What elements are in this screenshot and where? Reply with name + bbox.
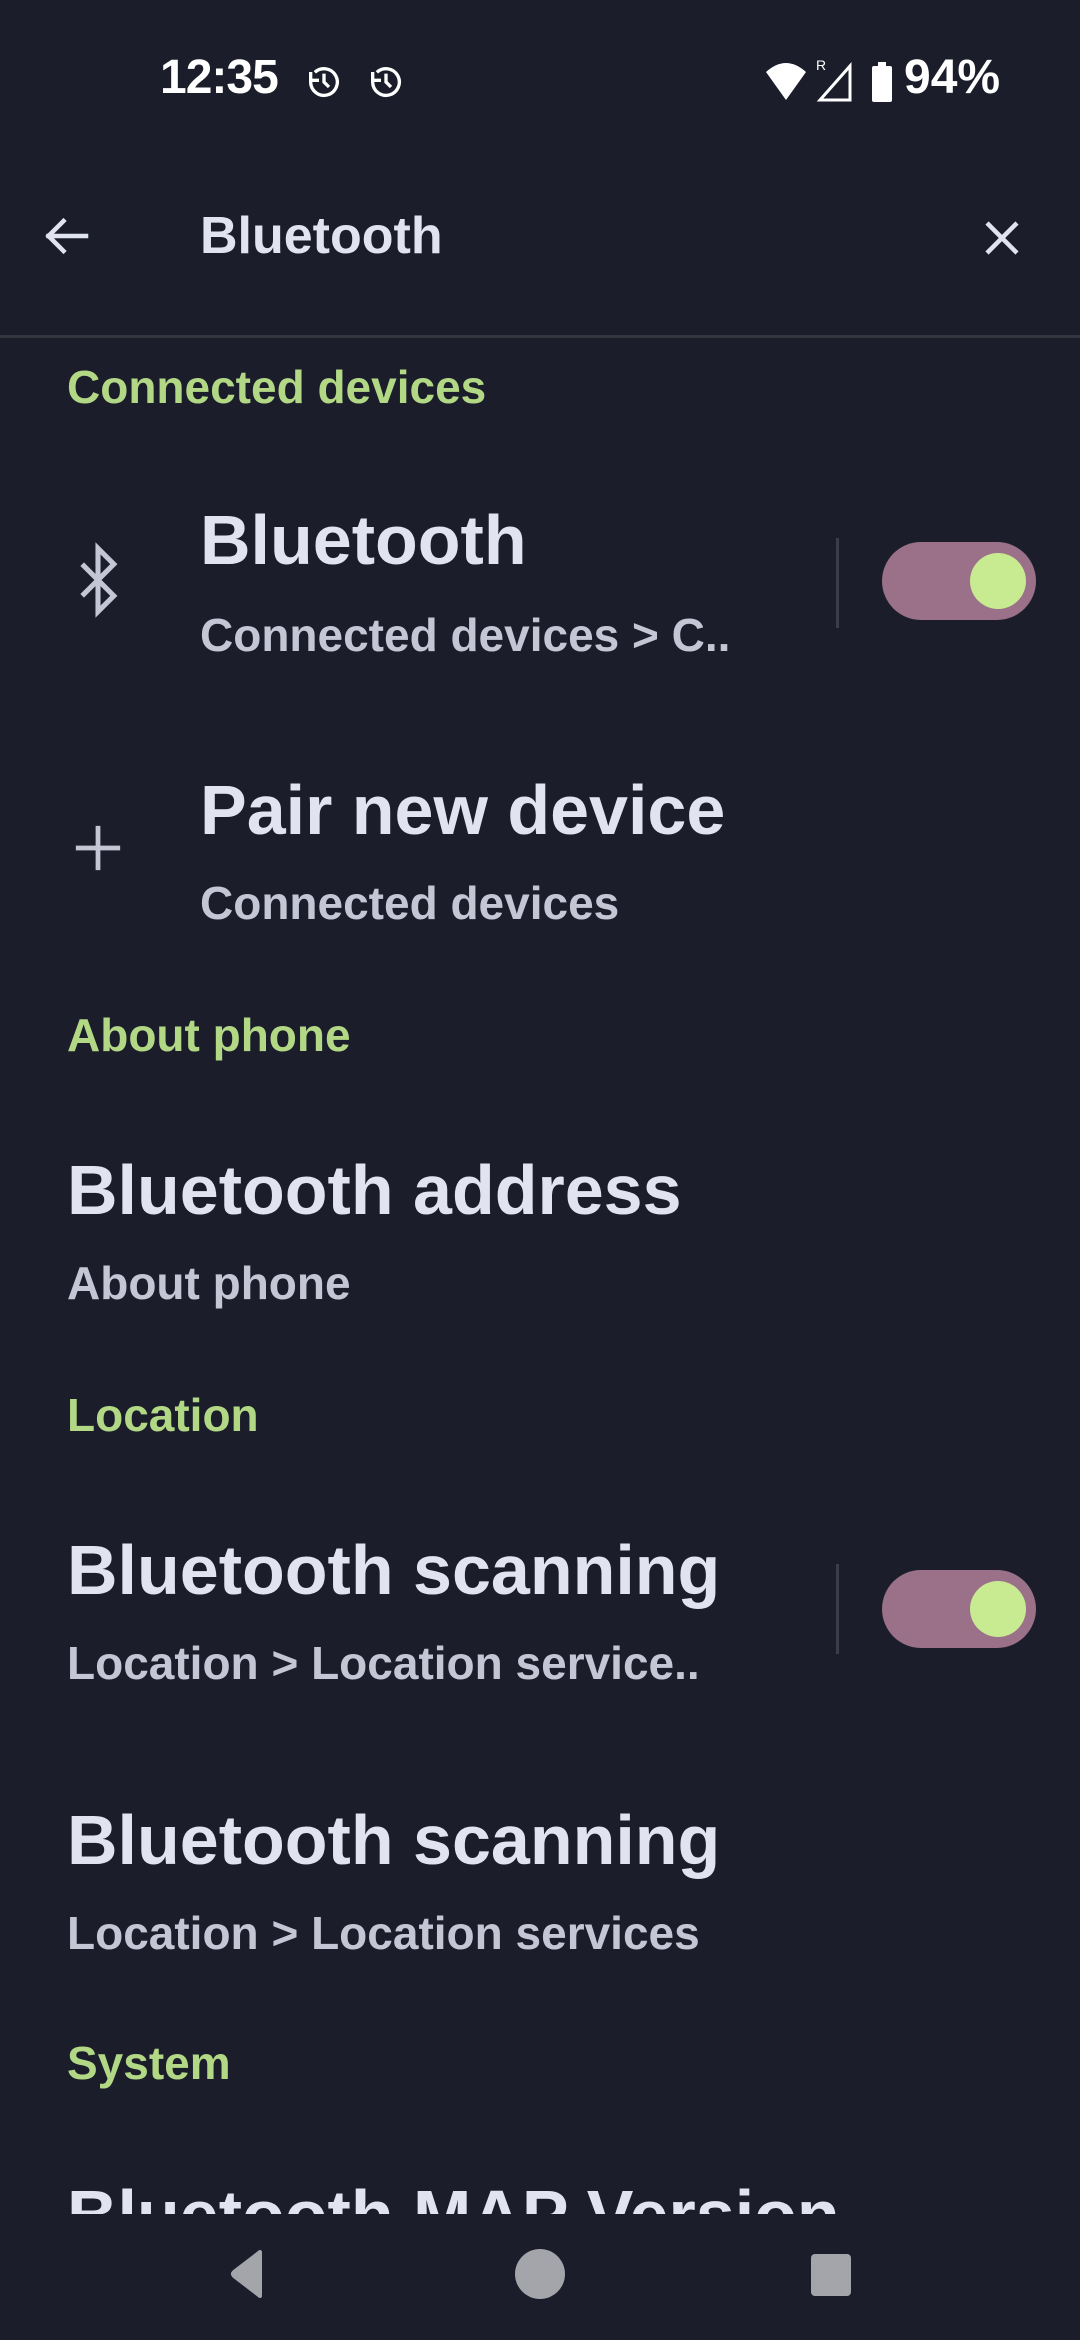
- toggle-divider: [836, 538, 839, 628]
- toggle-divider: [836, 1564, 839, 1654]
- nav-back-button[interactable]: [208, 2234, 288, 2314]
- history-icon: [304, 62, 344, 107]
- nav-home-icon: [515, 2249, 565, 2299]
- plus-icon: [60, 810, 136, 886]
- nav-recents-button[interactable]: [792, 2234, 872, 2314]
- row-title: Bluetooth scanning: [67, 1531, 721, 1609]
- history-icon: [366, 62, 406, 107]
- nav-home-button[interactable]: [500, 2234, 580, 2314]
- section-header-system: System: [67, 2037, 231, 2089]
- toggle-thumb: [970, 1581, 1026, 1637]
- bluetooth-toggle[interactable]: [882, 542, 1036, 620]
- row-summary: Connected devices > C..: [200, 609, 731, 661]
- wifi-icon: [764, 60, 808, 107]
- navigation-bar: [0, 2214, 1080, 2340]
- row-summary: Location > Location service..: [67, 1637, 700, 1689]
- list-item-bluetooth-scanning[interactable]: Bluetooth scanning Location > Location s…: [0, 1510, 1080, 1710]
- row-title: Bluetooth scanning: [67, 1801, 721, 1879]
- list-item-bluetooth-address[interactable]: Bluetooth address About phone: [0, 1130, 1080, 1330]
- row-title: Pair new device: [200, 771, 726, 849]
- close-icon: [985, 221, 1019, 255]
- page-title: Bluetooth: [200, 207, 443, 265]
- row-summary: About phone: [67, 1257, 351, 1309]
- app-bar: Bluetooth: [0, 170, 1080, 338]
- section-header-about-phone: About phone: [67, 1009, 351, 1061]
- signal-roaming-icon: R: [814, 56, 854, 107]
- bluetooth-icon: [60, 542, 136, 618]
- list-item-pair-new-device[interactable]: Pair new device Connected devices: [0, 750, 1080, 950]
- arrow-back-icon: [45, 217, 89, 255]
- list-item-bluetooth-map-version[interactable]: Bluetooth MAP Version: [0, 2170, 1080, 2214]
- status-time: 12:35: [160, 51, 279, 104]
- svg-text:R: R: [816, 57, 826, 73]
- nav-back-icon: [231, 2250, 262, 2298]
- row-summary: Location > Location services: [67, 1907, 700, 1959]
- list-item-bluetooth[interactable]: Bluetooth Connected devices > C..: [0, 480, 1080, 680]
- close-button[interactable]: [972, 208, 1032, 268]
- back-button[interactable]: [36, 206, 96, 266]
- section-header-location: Location: [67, 1389, 259, 1441]
- nav-recents-icon: [811, 2254, 851, 2296]
- bluetooth-scanning-toggle[interactable]: [882, 1570, 1036, 1648]
- row-title: Bluetooth address: [67, 1151, 682, 1229]
- battery-percent: 94%: [904, 51, 1001, 104]
- section-header-connected-devices: Connected devices: [67, 361, 487, 413]
- battery-icon: [870, 62, 894, 107]
- list-item-bluetooth-scanning-2[interactable]: Bluetooth scanning Location > Location s…: [0, 1780, 1080, 1980]
- row-title: Bluetooth: [200, 501, 527, 579]
- status-bar: 12:35 R 94%: [0, 0, 1080, 160]
- row-summary: Connected devices: [200, 877, 620, 929]
- row-title: Bluetooth MAP Version: [67, 2175, 840, 2214]
- toggle-thumb: [970, 553, 1026, 609]
